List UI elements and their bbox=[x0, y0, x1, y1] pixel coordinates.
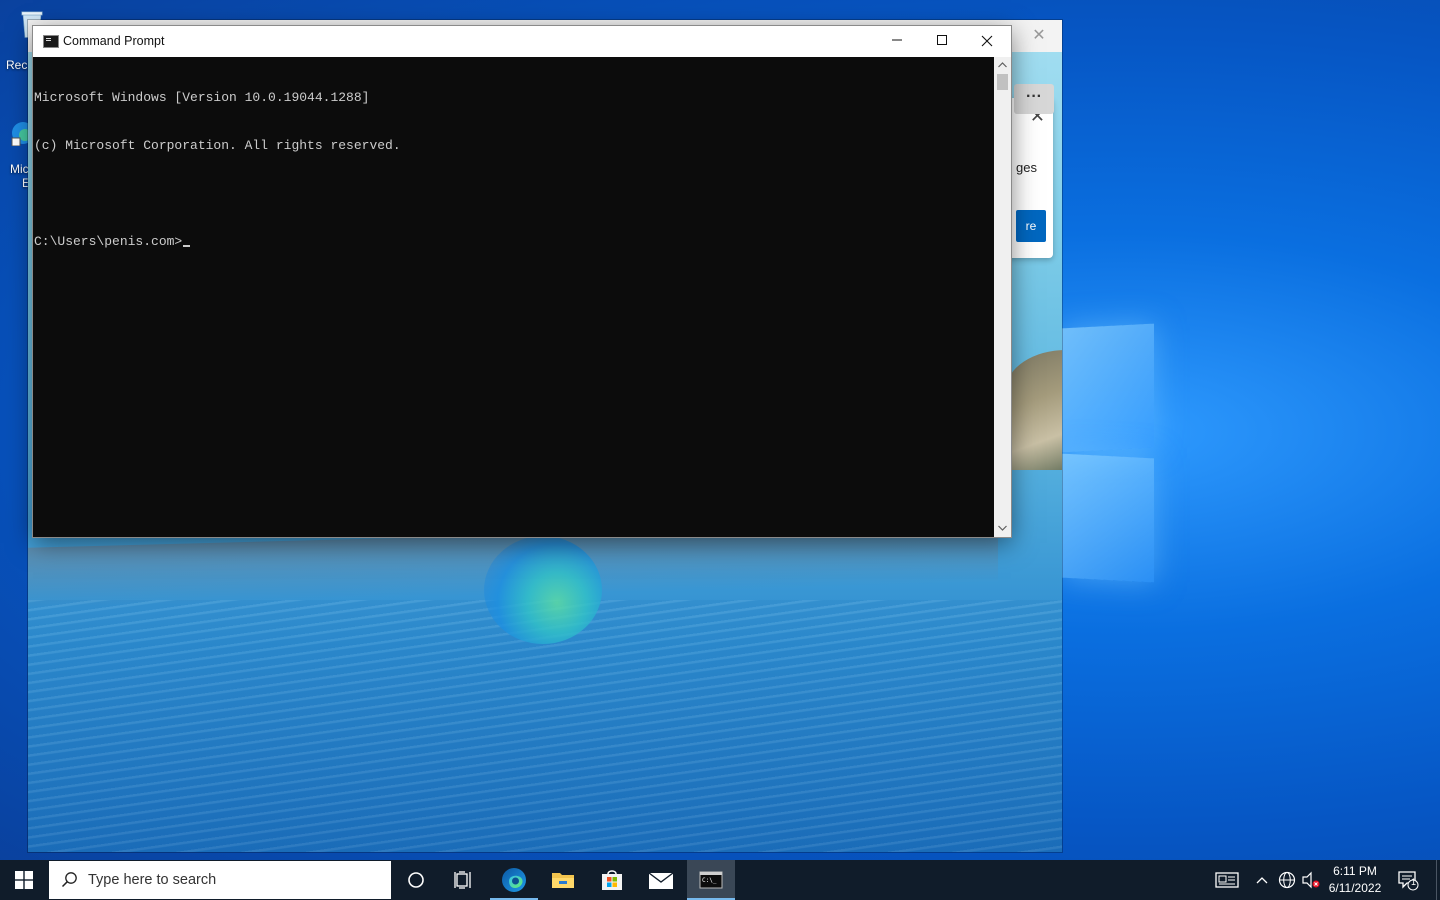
show-hidden-icons-button[interactable] bbox=[1252, 860, 1272, 900]
scroll-up-arrow-icon[interactable] bbox=[994, 57, 1011, 74]
edge-hill-image bbox=[1006, 350, 1062, 470]
search-placeholder: Type here to search bbox=[88, 872, 217, 888]
close-icon bbox=[981, 35, 993, 47]
show-desktop-button[interactable] bbox=[1436, 860, 1440, 900]
news-and-interests-button[interactable] bbox=[1210, 860, 1244, 900]
search-icon bbox=[61, 872, 77, 888]
command-prompt-window[interactable]: Command Prompt Microsoft Windows [Versio… bbox=[33, 26, 1011, 537]
task-view-icon bbox=[454, 871, 471, 889]
mail-icon bbox=[648, 872, 674, 889]
task-view-button[interactable] bbox=[440, 860, 488, 900]
console-line: (c) Microsoft Corporation. All rights re… bbox=[34, 138, 401, 153]
console-prompt: C:\Users\penis.com> bbox=[34, 234, 183, 249]
volume-button[interactable] bbox=[1300, 860, 1322, 900]
close-button[interactable] bbox=[964, 26, 1010, 57]
notification-count-badge: 1 bbox=[1411, 877, 1417, 887]
speaker-muted-icon bbox=[1302, 871, 1320, 889]
cmd-window-title: Command Prompt bbox=[63, 34, 165, 48]
cortana-button[interactable] bbox=[392, 860, 440, 900]
desktop-icon-recycle-bin-label: Rec bbox=[6, 58, 28, 72]
folder-icon bbox=[552, 873, 574, 888]
command-prompt-icon: C:\_ bbox=[699, 871, 723, 889]
taskbar-microsoft-store[interactable] bbox=[588, 860, 636, 900]
minimize-icon bbox=[892, 39, 902, 41]
vertical-scrollbar[interactable] bbox=[994, 57, 1011, 537]
maximize-button[interactable] bbox=[919, 26, 965, 57]
desktop-icon-edge-label-1: Mic bbox=[10, 162, 29, 176]
cortana-circle-icon bbox=[408, 872, 424, 888]
edge-logo-graphic bbox=[484, 536, 602, 644]
edge-icon bbox=[502, 868, 526, 892]
taskbar-edge[interactable] bbox=[490, 860, 538, 900]
taskbar-mail[interactable] bbox=[637, 860, 685, 900]
globe-network-icon bbox=[1278, 871, 1296, 889]
taskbar: Type here to search C:\_ 6:11 PM 6/11/20… bbox=[0, 860, 1440, 900]
scroll-thumb[interactable] bbox=[997, 74, 1008, 90]
chevron-up-icon bbox=[1256, 877, 1268, 884]
edge-more-button[interactable]: ··· bbox=[1014, 84, 1054, 114]
action-center-button[interactable]: 1 bbox=[1390, 860, 1426, 900]
cmd-app-icon bbox=[43, 35, 59, 48]
desktop: Rec Mic E ✕ ✕ ges re ··· Command Prompt bbox=[0, 0, 1440, 900]
windows-logo-icon bbox=[15, 871, 33, 889]
flyout-text: ges bbox=[1016, 160, 1037, 175]
store-bag-icon bbox=[602, 870, 622, 890]
svg-text:C:\_: C:\_ bbox=[702, 877, 717, 884]
taskbar-file-explorer[interactable] bbox=[539, 860, 587, 900]
edge-close-button[interactable]: ✕ bbox=[1024, 24, 1054, 48]
text-cursor bbox=[183, 245, 191, 247]
cmd-titlebar[interactable]: Command Prompt bbox=[33, 26, 1011, 57]
scroll-down-arrow-icon[interactable] bbox=[994, 520, 1011, 537]
clock[interactable]: 6:11 PM 6/11/2022 bbox=[1322, 863, 1388, 897]
start-button[interactable] bbox=[0, 860, 48, 900]
console-output[interactable]: Microsoft Windows [Version 10.0.19044.12… bbox=[34, 57, 994, 538]
flyout-action-button[interactable]: re bbox=[1016, 210, 1046, 242]
taskbar-command-prompt[interactable]: C:\_ bbox=[687, 860, 735, 900]
console-prompt-line[interactable]: C:\Users\penis.com> bbox=[34, 234, 994, 250]
clock-date: 6/11/2022 bbox=[1328, 881, 1382, 895]
maximize-icon bbox=[937, 35, 947, 45]
news-icon bbox=[1215, 872, 1239, 888]
minimize-button[interactable] bbox=[874, 26, 920, 57]
search-input[interactable]: Type here to search bbox=[49, 861, 391, 899]
clock-time: 6:11 PM bbox=[1333, 864, 1377, 878]
console-line: Microsoft Windows [Version 10.0.19044.12… bbox=[34, 90, 370, 105]
network-button[interactable] bbox=[1276, 860, 1298, 900]
